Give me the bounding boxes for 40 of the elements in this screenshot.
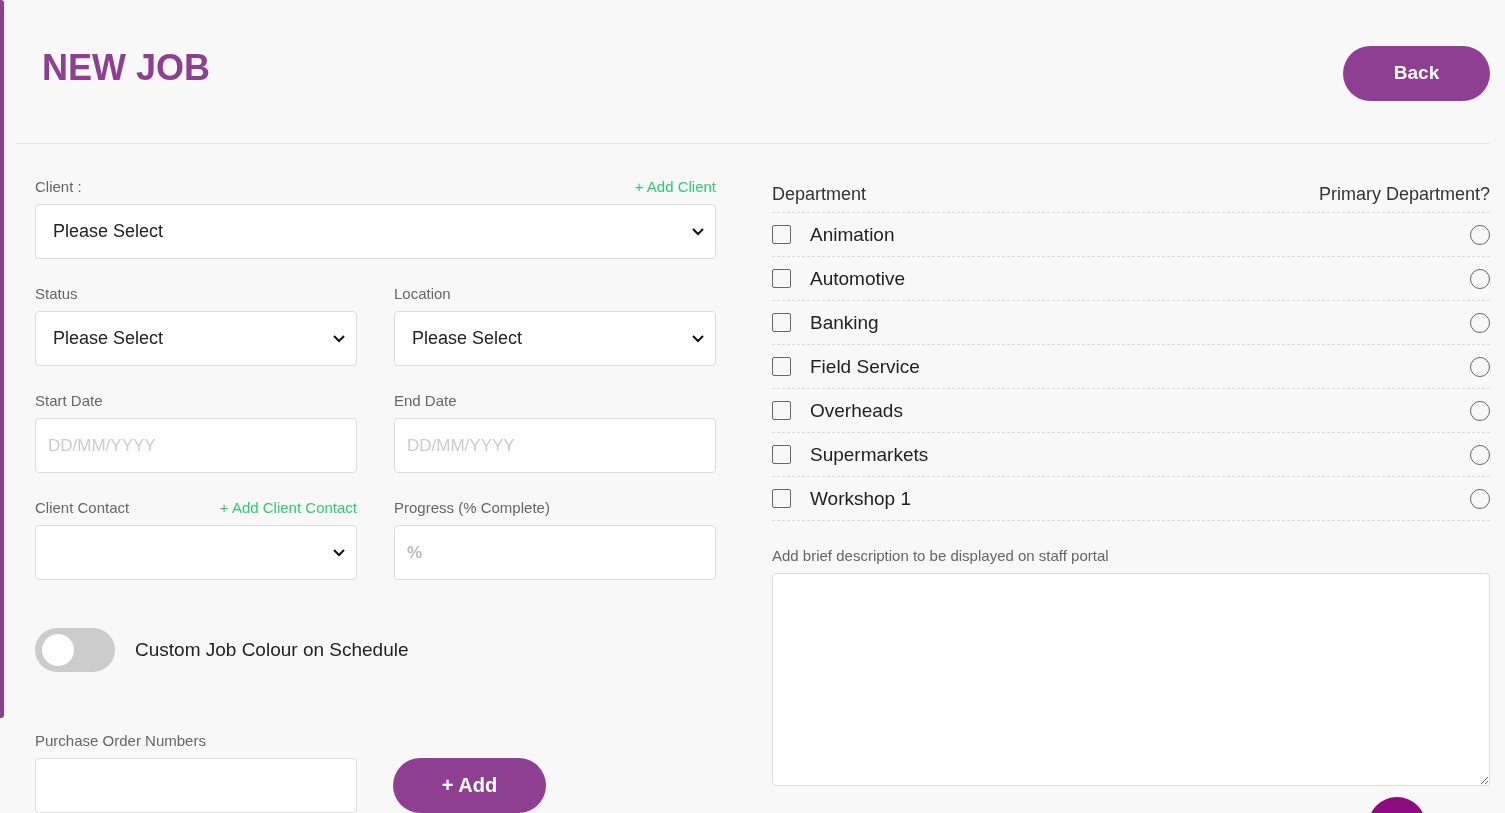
chevron-down-icon: [333, 548, 345, 557]
checkbox[interactable]: [772, 269, 791, 288]
back-button[interactable]: Back: [1343, 45, 1490, 101]
progress-field[interactable]: %: [394, 525, 716, 580]
checkbox[interactable]: [772, 357, 791, 376]
chevron-down-icon: [692, 334, 704, 343]
purchase-order-field[interactable]: [35, 758, 357, 813]
chevron-down-icon: [692, 227, 704, 236]
department-name: Banking: [810, 311, 880, 334]
department-name: Overheads: [810, 399, 904, 422]
department-name: Animation: [810, 223, 896, 246]
location-label: Location: [394, 284, 451, 302]
progress-label: Progress (% Complete): [394, 498, 550, 516]
client-select[interactable]: Please Select: [35, 204, 716, 259]
checkbox[interactable]: [772, 313, 791, 332]
end-date-label: End Date: [394, 391, 457, 409]
page-title: NEW JOB: [42, 46, 210, 89]
start-date-label: Start Date: [35, 391, 103, 409]
department-heading: Department: [772, 183, 867, 205]
add-button[interactable]: + Add: [393, 758, 546, 813]
primary-department-heading: Primary Department?: [1318, 183, 1490, 205]
checkbox[interactable]: [772, 401, 791, 420]
toggle-label: Custom Job Colour on Schedule: [135, 639, 409, 661]
checkbox[interactable]: [772, 445, 791, 464]
description-label: Add brief description to be displayed on staff portal: [772, 546, 1109, 564]
client-contact-label: Client Contact: [35, 498, 130, 516]
location-select[interactable]: Please Select: [394, 311, 716, 366]
status-select[interactable]: Please Select: [35, 311, 357, 366]
client-label: Client :: [35, 177, 82, 195]
department-name: Automotive: [810, 267, 907, 290]
department-name: Supermarkets: [810, 443, 930, 466]
checkbox[interactable]: [772, 489, 791, 508]
department-name: Workshop 1: [810, 487, 913, 510]
description-field[interactable]: [772, 573, 1490, 786]
toggle-switch[interactable]: [35, 628, 115, 672]
purchase-order-label: Purchase Order Numbers: [35, 731, 206, 749]
department-name: Field Service: [810, 355, 921, 378]
status-label: Status: [35, 284, 78, 302]
checkbox[interactable]: [772, 225, 791, 244]
chevron-down-icon: [333, 334, 345, 343]
